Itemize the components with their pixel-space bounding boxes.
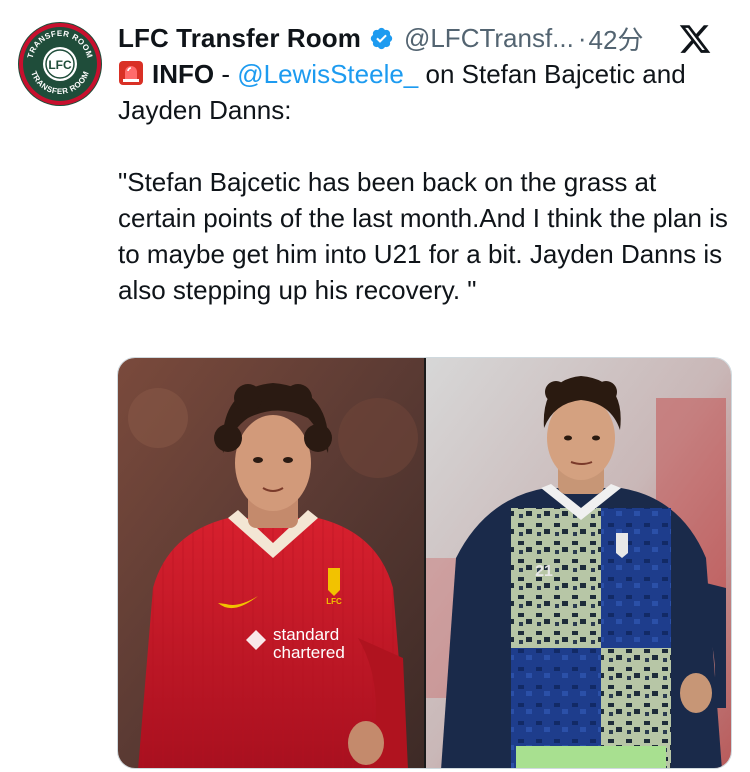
club-crest-icon <box>616 533 628 558</box>
kit-number: 21 <box>535 563 553 580</box>
player-photo-left: LFC standard chartered <box>118 358 424 768</box>
liverpool-crest-icon <box>328 568 340 596</box>
tweet-media[interactable]: LFC standard chartered 21 <box>117 357 732 769</box>
crest-text: LFC <box>326 597 342 606</box>
sponsor-line2: chartered <box>273 643 345 662</box>
x-logo-icon[interactable] <box>678 22 712 56</box>
dash-text: - <box>214 59 238 89</box>
lfc-transfer-room-logo: TRANSFER ROOM TRANSFER ROOM LFC <box>19 23 101 105</box>
tweet-intro: INFO - @LewisSteele_ on Stefan Bajcetic … <box>118 56 733 128</box>
sponsor-line1: standard <box>273 625 339 644</box>
avatar[interactable]: TRANSFER ROOM TRANSFER ROOM LFC <box>18 22 102 106</box>
display-name[interactable]: LFC Transfer Room <box>118 23 361 54</box>
timestamp[interactable]: 42分 <box>589 20 644 57</box>
info-label: INFO <box>152 59 215 89</box>
photo-jayden-danns[interactable]: 21 <box>426 358 731 768</box>
rotating-light-icon <box>119 61 143 85</box>
tweet-header: LFC Transfer Room @LFCTransf... · 42分 <box>118 18 734 58</box>
mention-link[interactable]: @LewisSteele_ <box>237 59 418 89</box>
separator-dot: · <box>577 22 587 53</box>
verified-badge-icon <box>370 27 393 49</box>
player-photo-right: 21 <box>426 358 731 768</box>
quote-text: "Stefan Bajcetic has been back on the gr… <box>118 167 728 305</box>
avatar-monogram: LFC <box>48 58 72 72</box>
photo-stefan-bajcetic[interactable]: LFC standard chartered <box>118 358 424 768</box>
tweet-body: INFO - @LewisSteele_ on Stefan Bajcetic … <box>118 56 733 308</box>
handle[interactable]: @LFCTransf... <box>404 23 574 54</box>
